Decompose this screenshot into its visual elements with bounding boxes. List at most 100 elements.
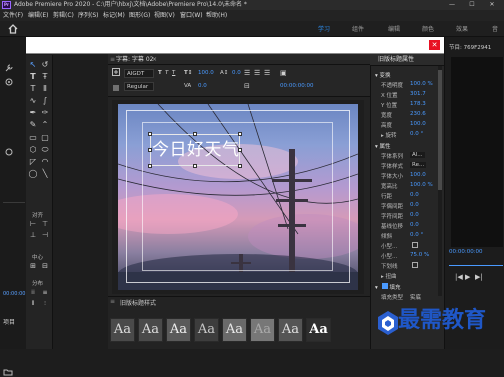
font-size-prop-value[interactable]: 100.0: [410, 172, 426, 178]
align-left-icon[interactable]: ⊢: [28, 220, 38, 229]
font-family-dropdown[interactable]: Al...: [410, 152, 425, 158]
rounded-rect-tool-icon[interactable]: ⬭: [40, 145, 50, 154]
area-type-tool-icon[interactable]: Ŧ: [40, 72, 50, 81]
align-center-text-icon[interactable]: ☰: [254, 69, 260, 78]
menu-window[interactable]: 窗口(W): [180, 10, 203, 21]
tab-close-icon[interactable]: ×: [152, 54, 157, 65]
dialog-close-button[interactable]: ✕: [429, 40, 440, 50]
workspace-tab-editing[interactable]: 编辑: [388, 24, 400, 33]
scrollbar-thumb[interactable]: [438, 70, 442, 190]
title-caption-text[interactable]: 今日好天气: [152, 139, 240, 161]
opacity-value[interactable]: 100.0 %: [410, 81, 433, 87]
slant-value[interactable]: 0.0 °: [410, 232, 423, 238]
gear-icon[interactable]: [4, 77, 14, 87]
style-swatch[interactable]: Aa: [138, 318, 163, 342]
fill-type-value[interactable]: 实底: [410, 293, 421, 301]
distribute-left-icon[interactable]: ⫴: [28, 299, 38, 308]
italic-icon[interactable]: T: [165, 69, 168, 78]
maximize-button[interactable]: ☐: [462, 0, 482, 10]
title-tab[interactable]: 字幕: 字幕 02: [116, 54, 153, 65]
minimize-button[interactable]: —: [442, 0, 462, 10]
align-left-text-icon[interactable]: ☰: [244, 69, 250, 78]
program-timecode[interactable]: 00:00:00:00: [449, 249, 483, 255]
roll-crawl-icon[interactable]: [111, 83, 121, 93]
resize-handle[interactable]: [148, 132, 152, 136]
type-tool-icon[interactable]: T: [28, 72, 38, 81]
workspace-tab-assembly[interactable]: 组件: [352, 24, 364, 33]
underline-icon[interactable]: T: [172, 69, 175, 78]
new-title-icon[interactable]: [111, 67, 121, 77]
vertical-area-type-tool-icon[interactable]: Ⅱ: [40, 84, 50, 93]
menu-view[interactable]: 视图(V): [154, 10, 175, 21]
rotation-value[interactable]: 0.0 °: [410, 131, 423, 137]
underline-checkbox[interactable]: [412, 262, 418, 268]
properties-section[interactable]: ▾ 属性: [375, 142, 391, 150]
resize-handle[interactable]: [193, 164, 197, 168]
bold-icon[interactable]: T: [158, 69, 162, 78]
aspect-value[interactable]: 100.0 %: [410, 182, 433, 188]
style-swatch[interactable]: Aa: [306, 318, 331, 342]
rounded-corner-rect-tool-icon[interactable]: ▢: [40, 133, 50, 142]
pen-tool-icon[interactable]: ✒: [28, 108, 38, 117]
font-size-value[interactable]: 100.0: [198, 69, 214, 78]
align-top-icon[interactable]: ⊤: [40, 220, 50, 229]
menu-sequence[interactable]: 序列(S): [78, 10, 99, 21]
distribute-right-icon[interactable]: ⫶: [40, 299, 50, 308]
wedge-tool-icon[interactable]: ◸: [28, 157, 38, 166]
workspace-tab-audio[interactable]: 音: [492, 24, 498, 33]
resize-handle[interactable]: [238, 132, 242, 136]
arc-tool-icon[interactable]: ◠: [40, 157, 50, 166]
step-back-icon[interactable]: |◀: [455, 273, 463, 281]
style-swatch[interactable]: Aa: [278, 318, 303, 342]
align-hcenter-icon[interactable]: ⊥: [28, 231, 38, 240]
y-position-value[interactable]: 178.3: [410, 101, 426, 107]
smallcaps-size-value[interactable]: 75.0 %: [410, 252, 429, 258]
x-position-value[interactable]: 301.7: [410, 91, 426, 97]
menu-graphics[interactable]: 图形(G): [129, 10, 150, 21]
style-swatch[interactable]: Aa: [166, 318, 191, 342]
center-vertical-icon[interactable]: ⊟: [40, 262, 50, 271]
timecode-value[interactable]: 00:00:00:00: [280, 82, 314, 91]
width-value[interactable]: 230.6: [410, 111, 426, 117]
clipped-corner-rect-tool-icon[interactable]: ⬡: [28, 145, 38, 154]
leading-prop-value[interactable]: 0.0: [410, 192, 419, 198]
panel-menu-icon[interactable]: ≡: [110, 54, 115, 65]
tab-stops-icon[interactable]: ⊟: [244, 82, 250, 91]
transform-section[interactable]: ▾ 变换: [375, 71, 391, 79]
rectangle-tool-icon[interactable]: ▭: [28, 133, 38, 142]
selection-tool-icon[interactable]: ↖: [28, 60, 38, 69]
style-swatch[interactable]: Aa: [194, 318, 219, 342]
baseline-value[interactable]: 0.0: [410, 222, 419, 228]
path-type-tool-icon[interactable]: ∿: [28, 96, 38, 105]
add-anchor-tool-icon[interactable]: ✎: [28, 120, 38, 129]
resize-handle[interactable]: [148, 164, 152, 168]
vertical-path-type-tool-icon[interactable]: ∫: [40, 96, 50, 105]
vertical-type-tool-icon[interactable]: T: [28, 84, 38, 93]
ellipse-tool-icon[interactable]: ◯: [28, 169, 38, 178]
step-forward-icon[interactable]: ▶|: [475, 273, 483, 281]
font-style-select[interactable]: Regular: [124, 82, 154, 91]
kerning-value[interactable]: 0.0: [198, 82, 207, 91]
workspace-tab-learn[interactable]: 学习: [318, 24, 330, 33]
rotate-tool-icon[interactable]: ↺: [40, 60, 50, 69]
play-icon[interactable]: ▶: [465, 273, 470, 281]
close-window-button[interactable]: ✕: [482, 0, 502, 10]
wrench-icon[interactable]: [4, 63, 14, 73]
circle-icon[interactable]: [4, 147, 14, 157]
properties-scrollbar[interactable]: [438, 66, 442, 296]
smallcaps-checkbox[interactable]: [412, 242, 418, 248]
kerning-prop-value[interactable]: 0.0: [410, 202, 419, 208]
resize-handle[interactable]: [193, 132, 197, 136]
fill-section[interactable]: ▾ 填充: [375, 283, 401, 291]
folder-icon[interactable]: [3, 367, 13, 377]
align-vcenter-icon[interactable]: ⊣: [40, 231, 50, 240]
distribute-h-icon[interactable]: ⁞⁞: [28, 288, 38, 297]
menu-help[interactable]: 帮助(H): [206, 10, 227, 21]
leading-value[interactable]: 0.0: [232, 69, 241, 78]
resize-handle[interactable]: [238, 164, 242, 168]
style-swatch[interactable]: Aa: [222, 318, 247, 342]
program-monitor-tab[interactable]: 节目: 769F2941: [449, 43, 491, 51]
styles-menu-icon[interactable]: ≡: [110, 298, 115, 305]
workspace-tab-effects[interactable]: 效果: [456, 24, 468, 33]
tracking-value[interactable]: 0.0: [410, 212, 419, 218]
